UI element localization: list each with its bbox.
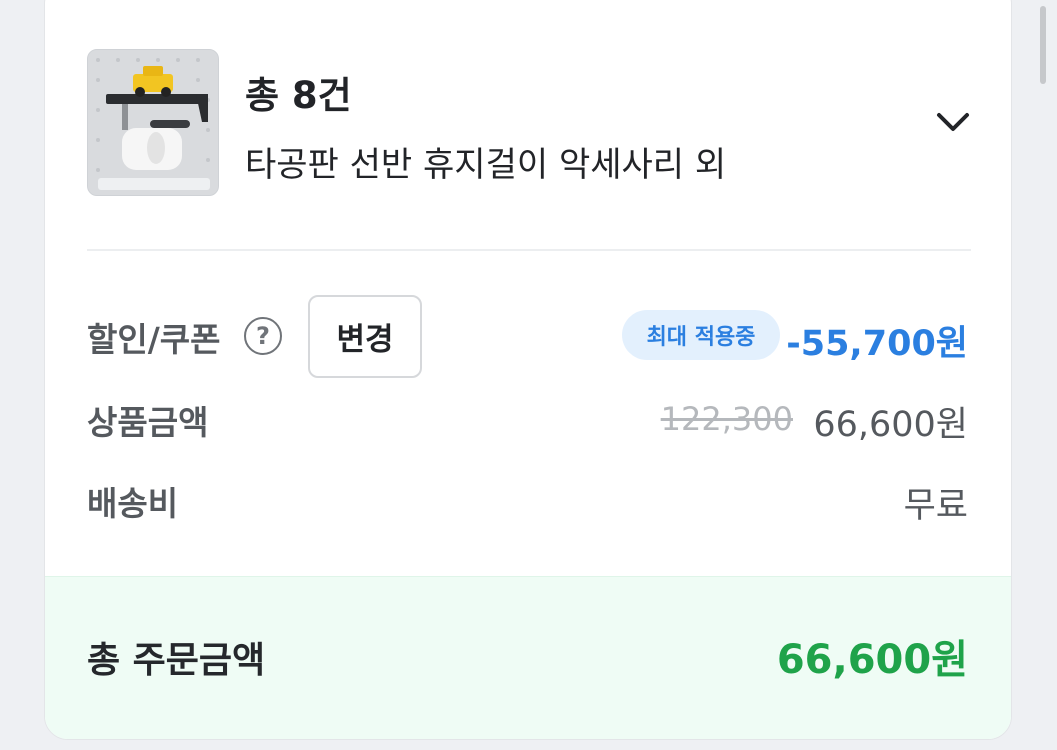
total-order-amount-label: 총 주문금액 (87, 640, 266, 681)
section-divider (87, 249, 971, 251)
order-item-count: 총 8건 (245, 74, 352, 117)
order-summary-card: 총 8건 타공판 선반 휴지걸이 악세사리 외 할인/쿠폰 ? 변경 최대 적용… (44, 0, 1012, 740)
total-order-amount-value: 66,600원 (776, 637, 968, 683)
question-circle-icon[interactable]: ? (244, 317, 282, 355)
max-applied-badge: 최대 적용중 (622, 310, 780, 360)
scrollbar[interactable] (1040, 6, 1046, 84)
total-order-amount-bar: 총 주문금액 66,600원 (45, 576, 1011, 739)
chevron-down-icon[interactable] (933, 107, 973, 137)
product-amount-label: 상품금액 (87, 403, 209, 442)
shipping-fee-value: 무료 (903, 486, 968, 526)
order-product-name: 타공판 선반 휴지걸이 악세사리 외 (245, 145, 727, 185)
original-price: 122,300 (660, 400, 793, 438)
help-icon-glyph: ? (256, 322, 270, 350)
discount-amount: -55,700원 (786, 324, 968, 364)
product-amount-value: 66,600원 (813, 405, 968, 445)
discount-coupon-label: 할인/쿠폰 (87, 320, 221, 359)
product-photo-icon (88, 50, 218, 195)
product-thumbnail (87, 49, 219, 196)
shipping-fee-label: 배송비 (87, 484, 179, 523)
order-items-summary[interactable]: 총 8건 타공판 선반 휴지걸이 악세사리 외 (45, 0, 1011, 251)
change-coupon-button[interactable]: 변경 (308, 295, 422, 378)
